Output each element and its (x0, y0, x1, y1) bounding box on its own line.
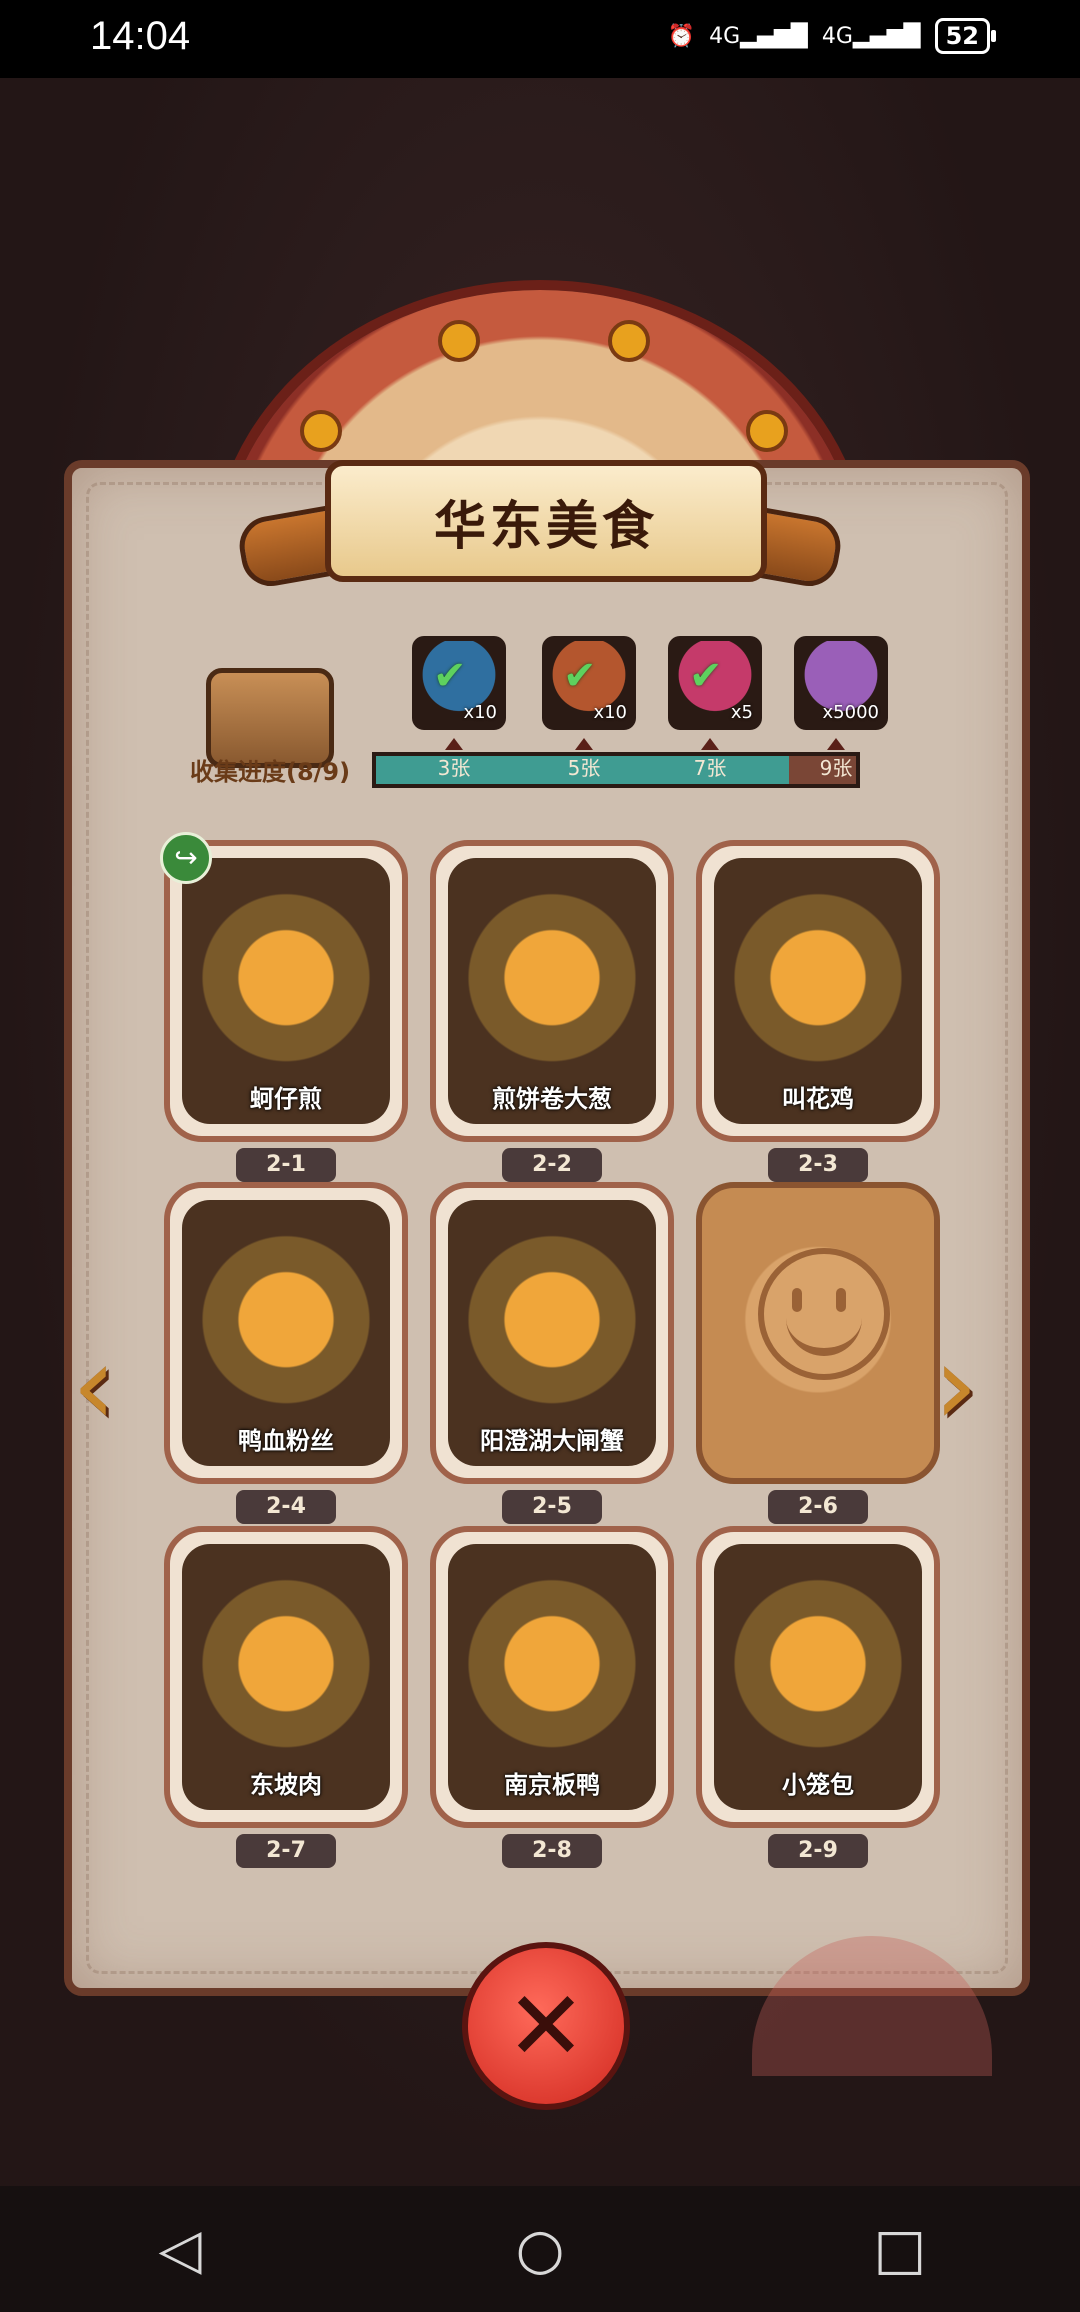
dish-number: 2-1 (236, 1148, 336, 1182)
title-banner: 华东美食 (234, 440, 846, 591)
dish-number: 2-6 (768, 1490, 868, 1524)
close-button[interactable]: ✕ (462, 1942, 630, 2110)
progress-label: 收集进度(8/9) (190, 758, 351, 786)
check-icon: ✔ (689, 653, 723, 699)
nav-recent-button[interactable]: □ (860, 2209, 940, 2289)
dish-name: 小笼包 (782, 1771, 854, 1799)
dish-number: 2-4 (236, 1490, 336, 1524)
dish-number: 2-7 (236, 1834, 336, 1868)
nav-home-button[interactable]: ○ (500, 2209, 580, 2289)
signal-1-icon: 4G▂▄▆█ (709, 23, 808, 49)
plate-knob-icon (438, 320, 480, 362)
dish-number: 2-8 (502, 1834, 602, 1868)
status-icons: ⏰ 4G▂▄▆█ 4G▂▄▆█ 52 (667, 18, 997, 54)
chevron-right-icon[interactable]: › (934, 1330, 1004, 1440)
dish-name: 南京板鸭 (504, 1771, 600, 1799)
nav-back-button[interactable]: ◁ (140, 2209, 220, 2289)
close-icon: ✕ (505, 1970, 587, 2082)
dish-name: 鸭血粉丝 (238, 1427, 334, 1455)
dish-name: 叫花鸡 (782, 1085, 854, 1113)
dish-card-2-2[interactable]: 煎饼卷大葱 2-2 (430, 840, 674, 1182)
reward-quantity: x10 (593, 702, 627, 723)
battery-icon: 52 (934, 18, 997, 54)
alarm-icon: ⏰ (667, 23, 696, 49)
dish-card-2-4[interactable]: 鸭血粉丝 2-4 (164, 1182, 408, 1524)
dish-card-2-1[interactable]: 蚵仔煎 2-1 (164, 840, 408, 1182)
progress-tick-label: 3张 (437, 756, 471, 780)
dish-card-2-8[interactable]: 南京板鸭 2-8 (430, 1526, 674, 1868)
reward-chest-4[interactable]: x5000 (794, 636, 888, 730)
dish-name: 煎饼卷大葱 (492, 1085, 612, 1113)
signal-2-icon: 4G▂▄▆█ (821, 23, 921, 49)
dish-card-2-3[interactable]: 叫花鸡 2-3 (696, 840, 940, 1182)
title-ribbon: 华东美食 (325, 460, 767, 582)
game-screen: 华东美食 收集进度(8/9) 3张 5张 7张 9张 ✔ x10 ✔ x10 ✔ x5 x5000… (0, 78, 1080, 2186)
dish-card-2-6[interactable]: 2-6 (696, 1182, 940, 1524)
reward-chest-3[interactable]: ✔ x5 (668, 636, 762, 730)
plate-knob-icon (608, 320, 650, 362)
progress-tick-label: 7张 (693, 756, 727, 780)
progress-tick-label: 5张 (567, 756, 601, 780)
dish-number: 2-2 (502, 1148, 602, 1182)
dish-number: 2-3 (768, 1148, 868, 1182)
progress-tick-label: 9张 (819, 756, 853, 780)
reward-quantity: x5000 (822, 702, 879, 723)
reward-chest-1[interactable]: ✔ x10 (412, 636, 506, 730)
reward-quantity: x10 (463, 702, 497, 723)
dish-number: 2-5 (502, 1490, 602, 1524)
dish-name: 东坡肉 (250, 1771, 322, 1799)
status-bar: 14:04 ⏰ 4G▂▄▆█ 4G▂▄▆█ 52 (0, 0, 1080, 78)
share-icon[interactable]: ↪ (160, 832, 212, 884)
dish-card-2-9[interactable]: 小笼包 2-9 (696, 1526, 940, 1868)
status-time: 14:04 (90, 14, 191, 58)
tick-marker-icon (445, 738, 463, 750)
dish-card-2-5[interactable]: 阳澄湖大闸蟹 2-5 (430, 1182, 674, 1524)
dish-name: 阳澄湖大闸蟹 (480, 1427, 624, 1455)
tick-marker-icon (701, 738, 719, 750)
check-icon: ✔ (433, 653, 467, 699)
chevron-left-icon[interactable]: ‹ (72, 1330, 142, 1440)
reward-quantity: x5 (730, 702, 753, 723)
dish-name: 蚵仔煎 (250, 1085, 322, 1113)
dish-card-2-7[interactable]: 东坡肉 2-7 (164, 1526, 408, 1868)
system-nav-bar: ◁ ○ □ (0, 2186, 1080, 2312)
dish-number: 2-9 (768, 1834, 868, 1868)
tick-marker-icon (575, 738, 593, 750)
locked-face-icon (758, 1248, 890, 1380)
check-icon: ✔ (563, 653, 597, 699)
reward-chest-2[interactable]: ✔ x10 (542, 636, 636, 730)
tick-marker-icon (827, 738, 845, 750)
page-title: 华东美食 (433, 496, 658, 557)
